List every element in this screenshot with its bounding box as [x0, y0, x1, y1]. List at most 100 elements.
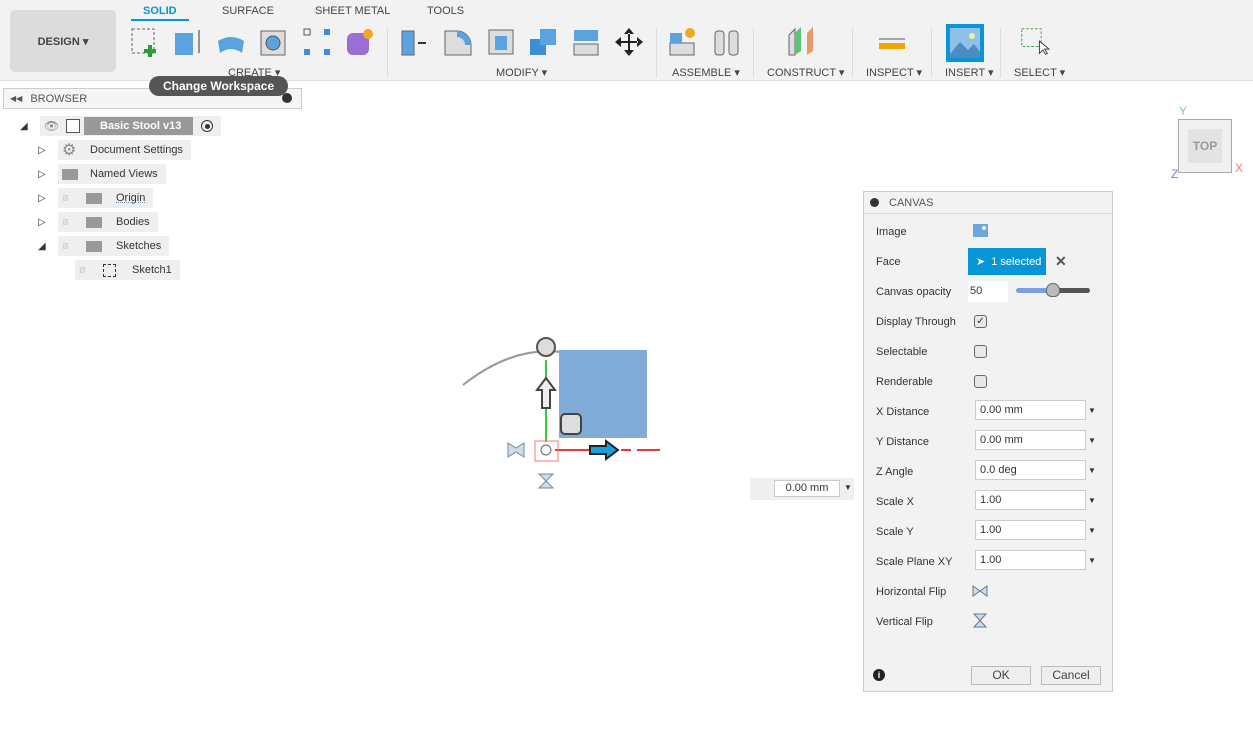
minimize-icon[interactable] [282, 93, 292, 103]
insert-canvas-icon[interactable] [946, 24, 984, 62]
joint-icon[interactable] [712, 27, 742, 57]
image-icon[interactable] [973, 224, 988, 237]
hidden-eye-icon[interactable]: ø [62, 192, 86, 204]
scale-plane-xy-input[interactable]: 1.00 [975, 550, 1086, 570]
tree-root[interactable]: ◢ 👁 Basic Stool v13 [20, 116, 222, 136]
measure-icon[interactable] [877, 27, 907, 57]
selectable-checkbox[interactable] [974, 345, 987, 358]
label-display-through: Display Through [876, 316, 956, 328]
y-distance-input[interactable]: 0.00 mm [975, 430, 1086, 450]
form-icon[interactable] [345, 27, 375, 57]
construct-menu[interactable]: CONSTRUCT ▾ [767, 66, 844, 79]
offset-plane-icon[interactable] [787, 27, 817, 57]
extrude-icon[interactable] [172, 27, 202, 57]
tab-tools[interactable]: TOOLS [427, 5, 464, 17]
info-icon[interactable]: i [873, 669, 885, 681]
tree-label: Sketch1 [132, 264, 172, 276]
select-icon[interactable] [1020, 27, 1050, 57]
dropdown-icon[interactable]: ▼ [1088, 526, 1096, 535]
canvas-manipulator[interactable] [455, 330, 675, 500]
hidden-eye-icon[interactable]: ø [79, 264, 103, 276]
tab-sheet-metal[interactable]: SHEET METAL [315, 5, 390, 17]
collapsed-icon[interactable]: ▷ [38, 145, 48, 156]
split-face-icon[interactable] [571, 27, 601, 57]
collapsed-icon[interactable]: ▷ [38, 217, 48, 228]
move-x-arrow[interactable] [589, 439, 620, 461]
dialog-title: CANVAS [889, 196, 934, 209]
dropdown-icon[interactable]: ▼ [1088, 496, 1096, 505]
viewcube[interactable]: TOP [1178, 119, 1232, 173]
tree-item-sketch1[interactable]: ø Sketch1 [75, 260, 180, 280]
dropdown-icon[interactable]: ▼ [1088, 556, 1096, 565]
fillet-icon[interactable] [443, 27, 473, 57]
dropdown-icon[interactable]: ▼ [1088, 406, 1096, 415]
horizontal-flip-icon[interactable] [507, 442, 525, 458]
move-icon[interactable] [614, 27, 644, 57]
tree-item-document-settings[interactable]: ▷ ⚙ Document Settings [38, 140, 191, 160]
tree-item-named-views[interactable]: ▷ Named Views [38, 164, 166, 184]
toolbar: DESIGN ▾ SOLID SURFACE SHEET METAL TOOLS… [0, 0, 1253, 81]
dropdown-icon[interactable]: ▼ [1088, 436, 1096, 445]
pattern-icon[interactable] [302, 27, 332, 57]
move-y-arrow[interactable] [535, 376, 557, 409]
distance-input[interactable]: 0.00 mm [774, 480, 840, 497]
shell-icon[interactable] [486, 27, 516, 57]
collapse-icon[interactable] [870, 198, 879, 207]
new-component-icon[interactable] [668, 27, 698, 57]
face-selection-button[interactable]: ➤ 1 selected [968, 248, 1046, 275]
tree-label: Document Settings [90, 144, 183, 156]
insert-menu[interactable]: INSERT ▾ [945, 66, 994, 79]
distance-input-box[interactable]: 0.00 mm ▼ [750, 478, 854, 500]
collapsed-icon[interactable]: ▷ [38, 169, 48, 180]
tab-solid[interactable]: SOLID [131, 5, 189, 21]
x-distance-input[interactable]: 0.00 mm [975, 400, 1086, 420]
tree-item-bodies[interactable]: ▷ ø Bodies [38, 212, 158, 232]
label-renderable: Renderable [876, 376, 933, 388]
combine-icon[interactable] [528, 27, 558, 57]
tree-item-origin[interactable]: ▷ ø Origin [38, 188, 154, 208]
collapse-icon[interactable]: ◀◀ [10, 94, 22, 103]
press-pull-icon[interactable] [400, 27, 430, 57]
opacity-slider[interactable] [1016, 283, 1090, 297]
select-menu[interactable]: SELECT ▾ [1014, 66, 1065, 79]
horizontal-flip-icon[interactable] [972, 584, 988, 598]
vertical-flip-icon[interactable] [972, 613, 988, 628]
folder-icon [86, 216, 102, 228]
display-through-checkbox[interactable]: ✓ [974, 315, 987, 328]
tooltip: Change Workspace [149, 76, 289, 96]
scale-handle[interactable] [560, 413, 582, 435]
expanded-icon[interactable]: ◢ [38, 241, 48, 252]
dropdown-icon[interactable]: ▼ [844, 483, 852, 492]
collapsed-icon[interactable]: ▷ [38, 193, 48, 204]
dropdown-icon[interactable]: ▼ [1088, 466, 1096, 475]
opacity-input[interactable]: 50 [968, 281, 1008, 302]
clear-selection-icon[interactable]: ✕ [1055, 253, 1067, 270]
hidden-eye-icon[interactable]: ø [62, 216, 86, 228]
revolve-icon[interactable] [216, 27, 246, 57]
activate-icon[interactable] [201, 120, 214, 132]
slider-thumb[interactable] [1046, 283, 1060, 297]
create-sketch-icon[interactable] [130, 27, 160, 57]
scale-x-input[interactable]: 1.00 [975, 490, 1086, 510]
eye-icon[interactable]: 👁 [44, 119, 66, 133]
design-workspace-button[interactable]: DESIGN ▾ [10, 10, 116, 72]
scale-y-input[interactable]: 1.00 [975, 520, 1086, 540]
origin-point[interactable] [540, 444, 552, 456]
gear-icon: ⚙ [62, 142, 77, 159]
ok-button[interactable]: OK [971, 666, 1031, 685]
vertical-flip-icon[interactable] [537, 473, 555, 489]
tab-surface[interactable]: SURFACE [222, 5, 274, 17]
rotate-handle[interactable] [536, 337, 556, 357]
inspect-menu[interactable]: INSPECT ▾ [866, 66, 922, 79]
browser-title: BROWSER [30, 92, 88, 105]
modify-menu[interactable]: MODIFY ▾ [496, 66, 547, 79]
viewcube-face-top[interactable]: TOP [1188, 129, 1222, 163]
expanded-icon[interactable]: ◢ [20, 121, 30, 132]
assemble-menu[interactable]: ASSEMBLE ▾ [672, 66, 740, 79]
renderable-checkbox[interactable] [974, 375, 987, 388]
z-angle-input[interactable]: 0.0 deg [975, 460, 1086, 480]
tree-item-sketches[interactable]: ◢ ø Sketches [38, 236, 170, 256]
hidden-eye-icon[interactable]: ø [62, 240, 86, 252]
cancel-button[interactable]: Cancel [1041, 666, 1101, 685]
hole-icon[interactable] [258, 27, 288, 57]
